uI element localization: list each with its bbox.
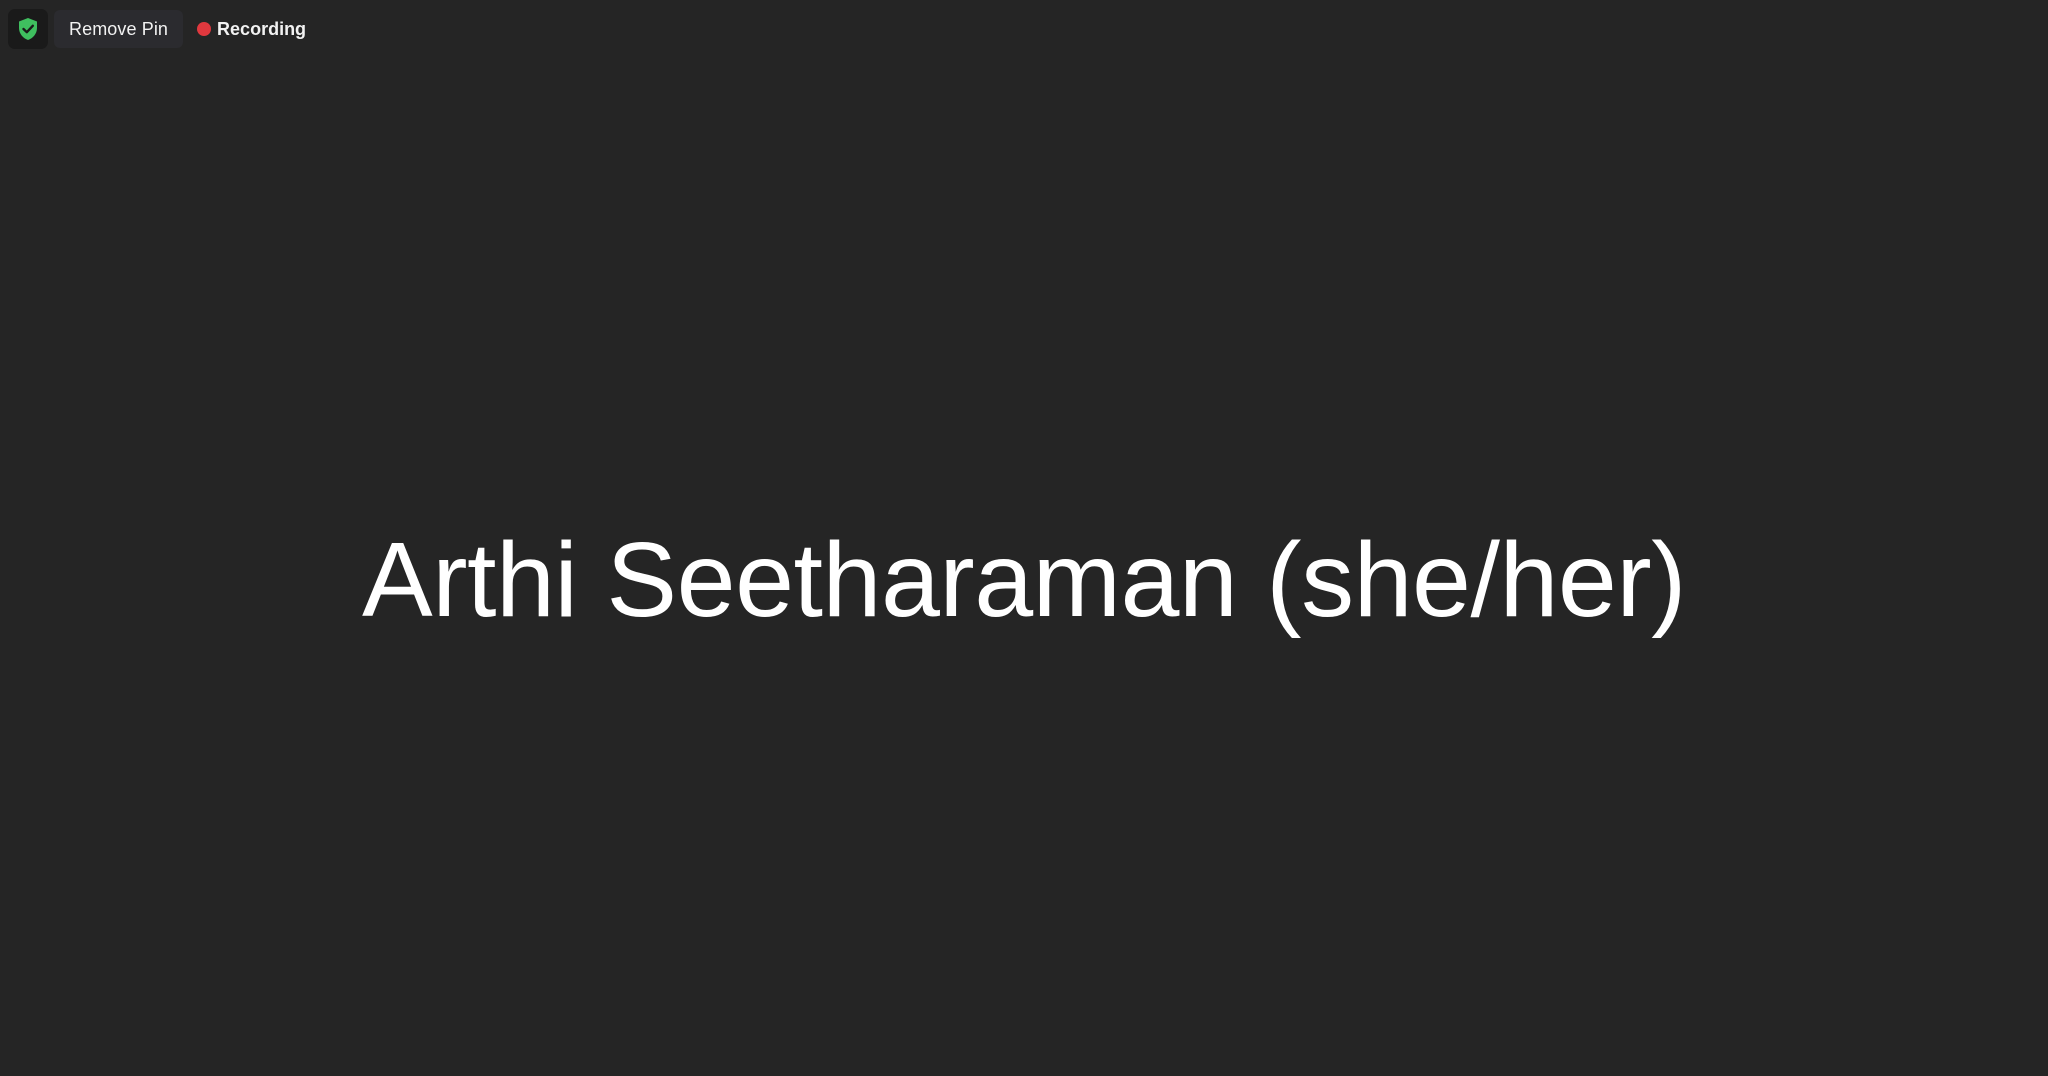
remove-pin-label: Remove Pin [69,18,169,39]
meeting-video-area: Remove Pin Recording Arthi Seetharaman (… [0,0,2048,1076]
meeting-topbar: Remove Pin Recording [8,9,306,49]
recording-label: Recording [217,18,307,39]
recording-dot-icon [197,22,212,36]
security-button[interactable] [8,9,48,49]
recording-indicator[interactable]: Recording [197,19,306,40]
shield-check-icon [17,17,39,41]
participant-name: Arthi Seetharaman (she/her) [362,521,1686,639]
remove-pin-button[interactable]: Remove Pin [54,10,184,48]
